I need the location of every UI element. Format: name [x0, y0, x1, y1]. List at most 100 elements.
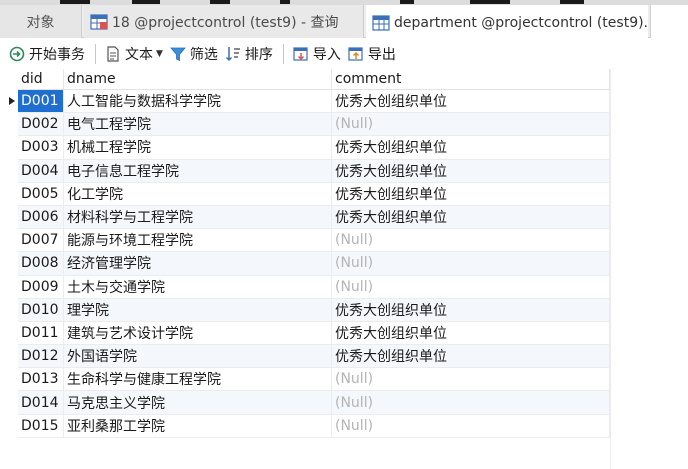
top-strip-mark: [280, 0, 290, 4]
cell-dname[interactable]: 马克思主义学院: [64, 391, 332, 414]
cell-comment[interactable]: 优秀大创组织单位: [332, 345, 610, 368]
cell-comment[interactable]: (Null): [332, 229, 610, 252]
null-value: (Null): [335, 394, 374, 411]
table-row[interactable]: D001 人工智能与数据科学学院 优秀大创组织单位: [18, 90, 610, 114]
cell-did[interactable]: D013: [18, 368, 64, 391]
cell-did[interactable]: D011: [18, 321, 64, 345]
tab-department[interactable]: department @projectcontrol (test9)...: [366, 5, 648, 38]
top-strip-mark: [560, 0, 584, 4]
filter-icon: [170, 47, 186, 62]
cell-did[interactable]: D006: [18, 205, 64, 229]
cell-dname[interactable]: 人工智能与数据科学学院: [64, 90, 332, 113]
filter-button[interactable]: 筛选: [169, 41, 224, 67]
table-row[interactable]: D012 外国语学院 优秀大创组织单位: [18, 345, 610, 369]
tab-objects-label: 对象: [26, 14, 55, 31]
cell-comment[interactable]: 优秀大创组织单位: [332, 136, 610, 159]
cell-dname[interactable]: 外国语学院: [64, 345, 332, 368]
cell-comment[interactable]: 优秀大创组织单位: [332, 205, 610, 229]
cell-did[interactable]: D002: [18, 113, 64, 136]
table-row[interactable]: D007 能源与环境工程学院 (Null): [18, 229, 610, 253]
cell-did[interactable]: D001: [18, 90, 64, 113]
cell-dname[interactable]: 经济管理学院: [64, 252, 332, 275]
text-button[interactable]: 文本 ▼: [104, 41, 169, 67]
cell-dname[interactable]: 理学院: [64, 298, 332, 321]
grid-header: did dname comment: [18, 69, 610, 90]
cell-comment[interactable]: (Null): [332, 275, 610, 298]
transaction-icon: [9, 46, 25, 62]
table-row[interactable]: D006 材料科学与工程学院 优秀大创组织单位: [18, 205, 610, 230]
import-button[interactable]: 导入: [292, 41, 347, 67]
begin-transaction-button[interactable]: 开始事务: [8, 41, 91, 67]
export-button[interactable]: 导出: [347, 41, 402, 67]
cell-dname[interactable]: 生命科学与健康工程学院: [64, 368, 332, 391]
cell-comment[interactable]: 优秀大创组织单位: [332, 159, 610, 182]
table-row[interactable]: D014 马克思主义学院 (Null): [18, 391, 610, 415]
table-row[interactable]: D005 化工学院 优秀大创组织单位: [18, 182, 610, 206]
cell-comment[interactable]: (Null): [332, 368, 610, 391]
null-value: (Null): [335, 371, 374, 388]
cell-dname[interactable]: 建筑与艺术设计学院: [64, 321, 332, 345]
sort-button[interactable]: 排序: [224, 41, 279, 67]
cell-comment[interactable]: (Null): [332, 414, 610, 437]
query-grid-icon: [90, 13, 108, 31]
cell-did[interactable]: D015: [18, 414, 64, 437]
cell-comment[interactable]: 优秀大创组织单位: [332, 90, 610, 113]
cell-dname[interactable]: 电气工程学院: [64, 113, 332, 136]
sort-label: 排序: [244, 47, 273, 63]
tab-objects[interactable]: 对象: [0, 5, 82, 38]
cell-did[interactable]: D014: [18, 391, 64, 414]
cell-comment[interactable]: (Null): [332, 391, 610, 414]
table-row[interactable]: D010 理学院 优秀大创组织单位: [18, 298, 610, 322]
cell-dname[interactable]: 能源与环境工程学院: [64, 229, 332, 252]
top-strip-mark: [60, 0, 90, 4]
top-strip-mark: [400, 0, 414, 4]
cell-did[interactable]: D010: [18, 298, 64, 321]
sort-icon: [225, 47, 240, 62]
table-row[interactable]: D015 亚利桑那工学院 (Null): [18, 414, 610, 438]
tab-new-blank[interactable]: [650, 5, 688, 38]
cell-comment[interactable]: (Null): [332, 113, 610, 136]
cell-did[interactable]: D009: [18, 275, 64, 298]
table-row[interactable]: D011 建筑与艺术设计学院 优秀大创组织单位: [18, 321, 610, 346]
cell-dname[interactable]: 亚利桑那工学院: [64, 414, 332, 437]
null-value: (Null): [335, 255, 374, 272]
cell-did[interactable]: D005: [18, 182, 64, 205]
cell-did[interactable]: D012: [18, 345, 64, 368]
cell-did[interactable]: D007: [18, 229, 64, 252]
cell-dname[interactable]: 化工学院: [64, 182, 332, 205]
begin-transaction-label: 开始事务: [29, 47, 85, 63]
cell-dname[interactable]: 土木与交通学院: [64, 275, 332, 298]
cell-dname[interactable]: 材料科学与工程学院: [64, 205, 332, 229]
table-icon: [372, 14, 390, 32]
cell-dname[interactable]: 电子信息工程学院: [64, 159, 332, 182]
top-strip-mark: [132, 0, 160, 4]
cell-comment[interactable]: (Null): [332, 252, 610, 275]
cell-comment[interactable]: 优秀大创组织单位: [332, 321, 610, 345]
cell-did[interactable]: D004: [18, 159, 64, 182]
table-row[interactable]: D008 经济管理学院 (Null): [18, 252, 610, 276]
cell-dname[interactable]: 机械工程学院: [64, 136, 332, 159]
table-row[interactable]: D002 电气工程学院 (Null): [18, 113, 610, 137]
text-label: 文本: [125, 47, 153, 63]
cell-did[interactable]: D003: [18, 136, 64, 159]
cell-comment[interactable]: 优秀大创组织单位: [332, 182, 610, 205]
column-header-dname[interactable]: dname: [64, 69, 332, 90]
tab-query-label: 18 @projectcontrol (test9) - 查询: [112, 14, 339, 31]
table-row[interactable]: D003 机械工程学院 优秀大创组织单位: [18, 136, 610, 160]
table-row[interactable]: D004 电子信息工程学院 优秀大创组织单位: [18, 159, 610, 183]
cell-did[interactable]: D008: [18, 252, 64, 275]
top-strip-mark: [210, 0, 230, 4]
table-toolbar: 开始事务 文本 ▼ 筛选 排序 导入 导出: [0, 39, 688, 69]
column-header-did[interactable]: did: [18, 69, 64, 90]
filter-label: 筛选: [189, 47, 218, 63]
tab-query[interactable]: 18 @projectcontrol (test9) - 查询: [84, 5, 364, 38]
document-icon: [107, 46, 119, 62]
toolbar-divider: [282, 44, 284, 64]
null-value: (Null): [335, 278, 374, 295]
column-header-comment[interactable]: comment: [332, 69, 610, 90]
row-indicator-gutter: [0, 69, 18, 469]
table-row[interactable]: D013 生命科学与健康工程学院 (Null): [18, 368, 610, 392]
cell-comment[interactable]: 优秀大创组织单位: [332, 298, 610, 321]
grid-rows: D001 人工智能与数据科学学院 优秀大创组织单位 D002 电气工程学院 (Null) D…: [18, 90, 610, 438]
table-row[interactable]: D009 土木与交通学院 (Null): [18, 275, 610, 299]
